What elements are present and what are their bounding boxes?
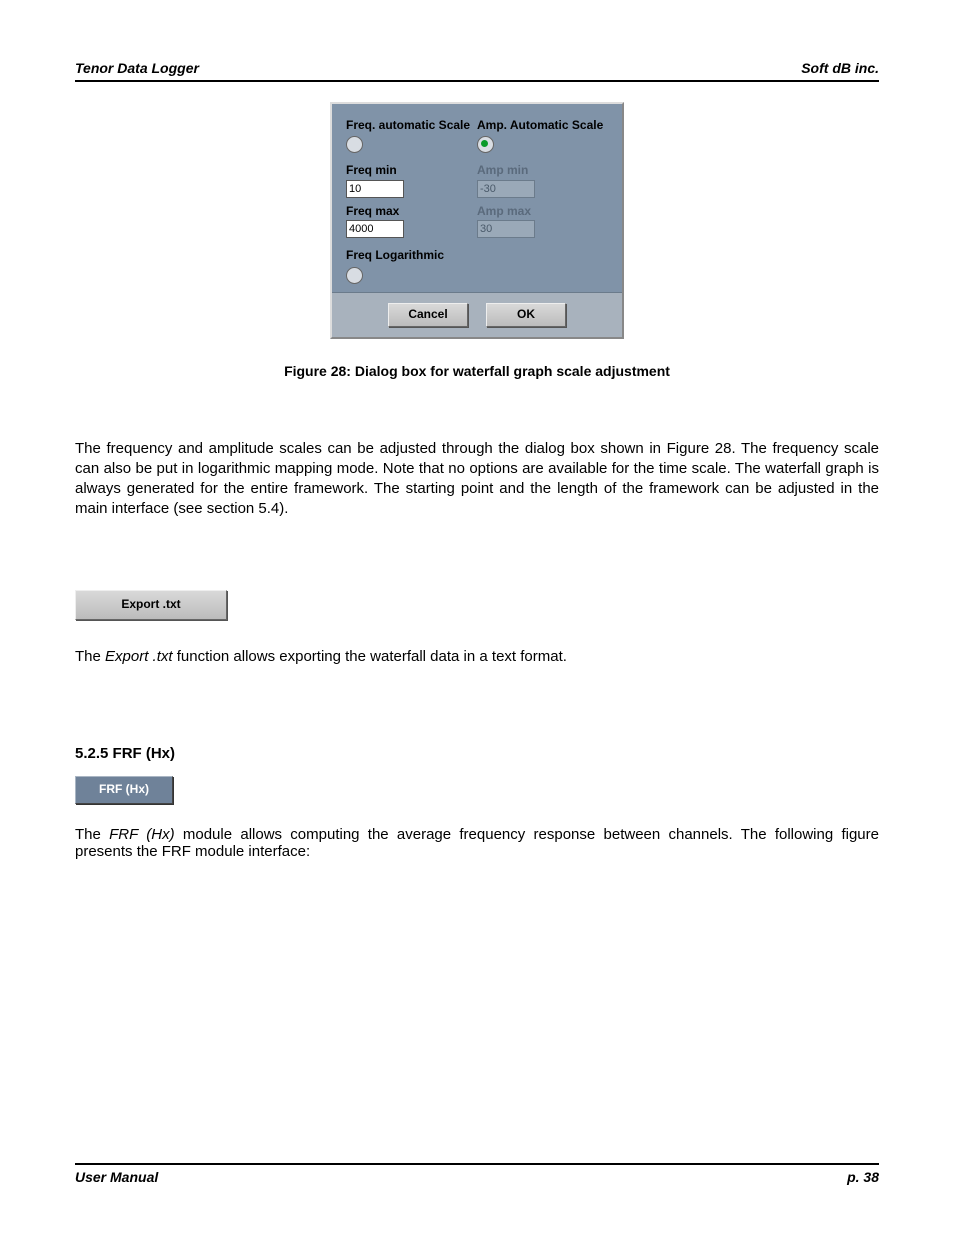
paragraph-1: The frequency and amplitude scales can b… — [75, 439, 879, 520]
header-left: Tenor Data Logger — [75, 60, 199, 76]
freq-min-input[interactable] — [346, 180, 404, 198]
freq-log-label: Freq Logarithmic — [346, 248, 608, 262]
footer-left: User Manual — [75, 1169, 158, 1185]
page-header: Tenor Data Logger Soft dB inc. — [75, 60, 879, 82]
amp-auto-scale-label: Amp. Automatic Scale — [477, 118, 608, 132]
footer-right: p. 38 — [847, 1169, 879, 1185]
amp-max-input — [477, 220, 535, 238]
export-txt-button[interactable]: Export .txt — [75, 590, 227, 620]
freq-auto-scale-radio[interactable] — [346, 136, 363, 153]
frf-hx-button[interactable]: FRF (Hx) — [75, 776, 173, 804]
page-footer: User Manual p. 38 — [75, 1163, 879, 1185]
amp-min-label: Amp min — [477, 163, 608, 177]
cancel-button[interactable]: Cancel — [388, 303, 468, 327]
section-heading: 5.2.5 FRF (Hx) — [75, 745, 879, 762]
paragraph-2: The Export .txt function allows exportin… — [75, 648, 879, 665]
amp-max-label: Amp max — [477, 204, 608, 218]
header-right: Soft dB inc. — [801, 60, 879, 76]
amp-auto-scale-radio[interactable] — [477, 136, 494, 153]
freq-max-input[interactable] — [346, 220, 404, 238]
amp-min-input — [477, 180, 535, 198]
scale-dialog: Freq. automatic Scale Amp. Automatic Sca… — [330, 102, 624, 339]
freq-max-label: Freq max — [346, 204, 477, 218]
figure-caption: Figure 28: Dialog box for waterfall grap… — [75, 363, 879, 379]
freq-log-radio[interactable] — [346, 267, 363, 284]
paragraph-3: The FRF (Hx) module allows computing the… — [75, 826, 879, 860]
freq-min-label: Freq min — [346, 163, 477, 177]
ok-button[interactable]: OK — [486, 303, 566, 327]
freq-auto-scale-label: Freq. automatic Scale — [346, 118, 477, 132]
